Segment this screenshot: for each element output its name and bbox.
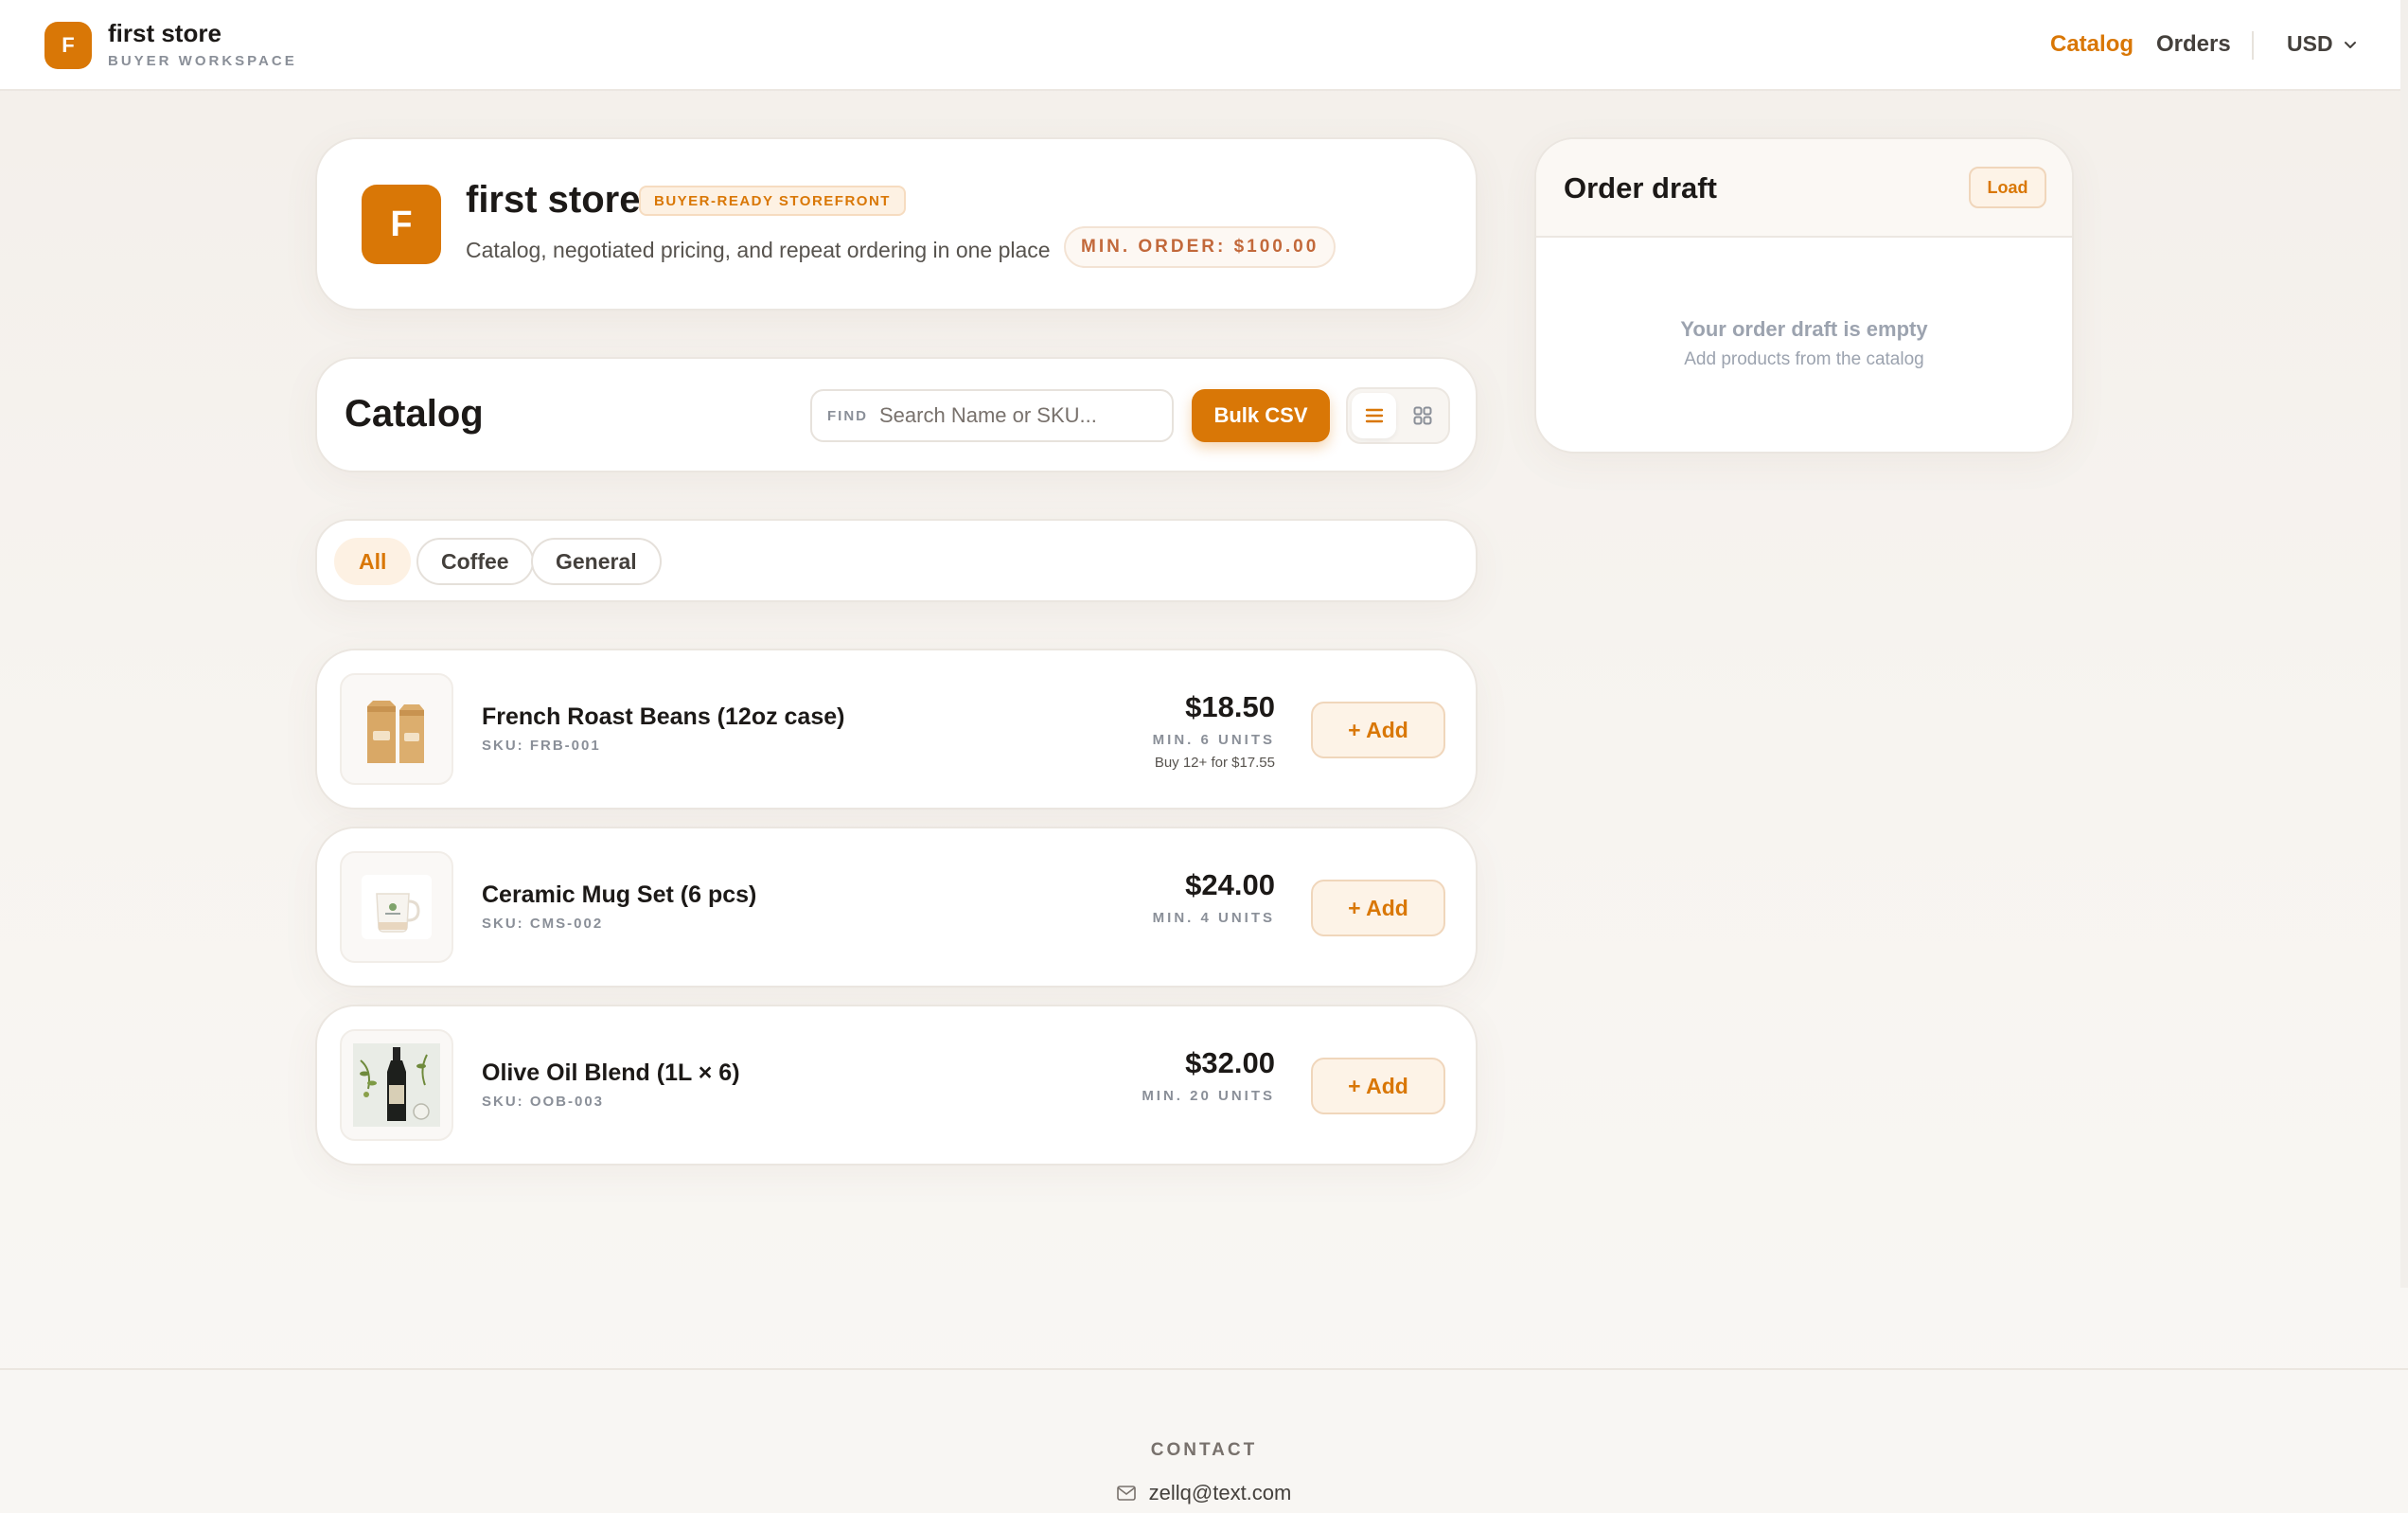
view-toggle [1346,387,1450,444]
grid-view-button[interactable] [1400,393,1444,438]
search-box[interactable]: FIND [810,389,1174,442]
product-image [340,673,453,785]
category-filter-bar: All Coffee General [315,519,1478,602]
footer: CONTACT zellq@text.com [0,1368,2408,1513]
search-label: FIND [827,407,868,424]
order-draft-header: Order draft Load [1536,139,2072,238]
product-image [340,851,453,963]
product-row: Olive Oil Blend (1L × 6) SKU: OOB-003 $3… [315,1005,1478,1166]
currency-selector[interactable]: USD [2287,31,2358,57]
add-to-draft-button[interactable]: + Add [1311,1058,1445,1114]
product-tier-price: Buy 12+ for $17.55 [1154,755,1275,771]
product-image [340,1029,453,1141]
order-draft-panel: Order draft Load Your order draft is emp… [1534,137,2074,454]
add-to-draft-button[interactable]: + Add [1311,880,1445,936]
store-header-card: F first store BUYER-READY STOREFRONT Cat… [315,137,1478,311]
storefront-badge: BUYER-READY STOREFRONT [639,186,906,216]
product-price: $24.00 [1185,868,1275,901]
contact-email[interactable]: zellq@text.com [1149,1481,1292,1505]
filter-chip-all[interactable]: All [334,538,412,585]
store-title: first store [466,179,641,221]
filter-chip-general[interactable]: General [531,538,662,585]
contact-email-row[interactable]: zellq@text.com [0,1481,2408,1505]
workspace-label: BUYER WORKSPACE [108,53,297,69]
olive-oil-bottle-icon [353,1043,440,1127]
product-name[interactable]: French Roast Beans (12oz case) [482,703,844,731]
nav-orders-link[interactable]: Orders [2156,31,2231,58]
top-bar: F first store BUYER WORKSPACE Catalog Or… [0,0,2408,91]
product-min-units: MIN. 6 UNITS [1152,732,1275,748]
store-logo: F [362,185,441,264]
scrollbar-track[interactable] [2400,0,2408,1288]
filter-chip-coffee[interactable]: Coffee [416,538,534,585]
nav-divider [2252,31,2254,60]
store-description: Catalog, negotiated pricing, and repeat … [466,238,1051,262]
order-draft-empty-title: Your order draft is empty [1680,317,1928,341]
chevron-down-icon [2344,41,2356,48]
mail-icon [1116,1486,1136,1501]
product-row: Ceramic Mug Set (6 pcs) SKU: CMS-002 $24… [315,827,1478,988]
brand-store-name[interactable]: first store [108,19,221,48]
add-to-draft-button[interactable]: + Add [1311,702,1445,758]
nav-catalog-link[interactable]: Catalog [2050,31,2134,58]
min-order-badge: MIN. ORDER: $100.00 [1064,226,1337,268]
bulk-csv-button[interactable]: Bulk CSV [1192,389,1330,442]
product-name[interactable]: Ceramic Mug Set (6 pcs) [482,881,756,909]
product-min-units: MIN. 20 UNITS [1142,1088,1275,1104]
product-name[interactable]: Olive Oil Blend (1L × 6) [482,1059,740,1087]
product-price: $18.50 [1185,690,1275,723]
currency-value: USD [2287,31,2333,56]
brand-badge[interactable]: F [44,22,92,69]
load-draft-button[interactable]: Load [1969,167,2046,208]
product-sku: SKU: OOB-003 [482,1094,605,1110]
mug-icon [362,875,432,939]
list-view-button[interactable] [1352,393,1396,438]
search-input[interactable] [879,403,1154,428]
product-min-units: MIN. 4 UNITS [1152,910,1275,926]
catalog-toolbar: Catalog FIND Bulk CSV [315,357,1478,472]
product-sku: SKU: CMS-002 [482,916,604,932]
order-draft-title: Order draft [1564,171,1717,205]
product-row: French Roast Beans (12oz case) SKU: FRB-… [315,649,1478,810]
order-draft-empty-hint: Add products from the catalog [1684,349,1924,369]
grid-icon [1413,406,1431,425]
product-sku: SKU: FRB-001 [482,738,601,754]
list-icon [1365,408,1383,423]
product-price: $32.00 [1185,1046,1275,1079]
coffee-bag-icon [367,701,424,763]
contact-label: CONTACT [1150,1440,1258,1460]
catalog-title: Catalog [345,393,484,435]
